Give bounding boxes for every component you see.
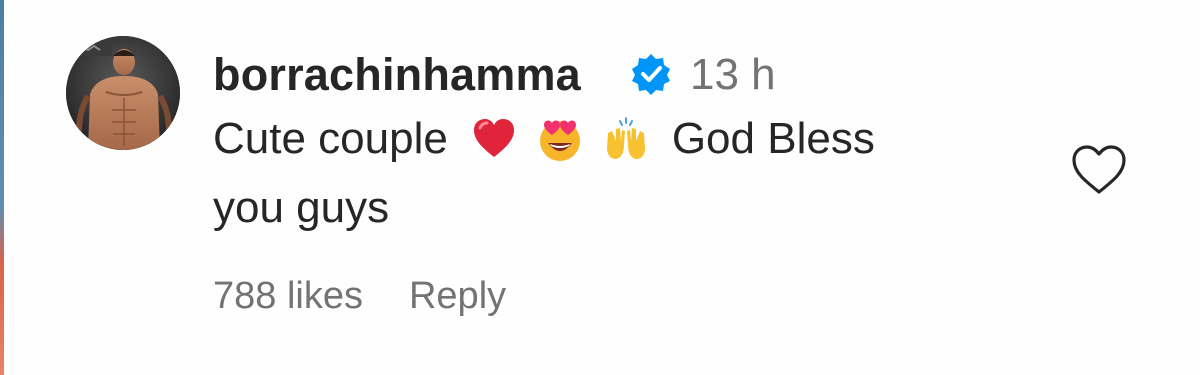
verified-badge-icon [629,52,673,96]
username[interactable]: borrachinhamma [213,47,581,103]
comment-timestamp[interactable]: 13 h [690,47,776,103]
likes-count[interactable]: 788 likes [213,275,363,318]
comment-text-line-1: Cute couple God Bless [213,109,875,169]
comment-meta: 788 likes Reply [213,268,506,324]
smiling-face-with-heart-eyes-emoji [536,115,584,163]
avatar[interactable] [66,36,180,150]
adjacent-image-edge [0,0,4,375]
red-heart-emoji [470,115,518,163]
raising-hands-emoji [602,115,650,163]
reply-button[interactable]: Reply [409,275,506,318]
comment-container: borrachinhamma 13 h Cute couple God Bles… [0,0,1200,375]
comment-text-line-2: you guys [213,178,389,238]
comment-text: Cute couple [213,114,448,163]
avatar-photo [66,36,180,150]
comment-text: you guys [213,183,390,232]
heart-outline-icon[interactable] [1070,143,1128,197]
comment-text: God Bless [671,114,875,163]
